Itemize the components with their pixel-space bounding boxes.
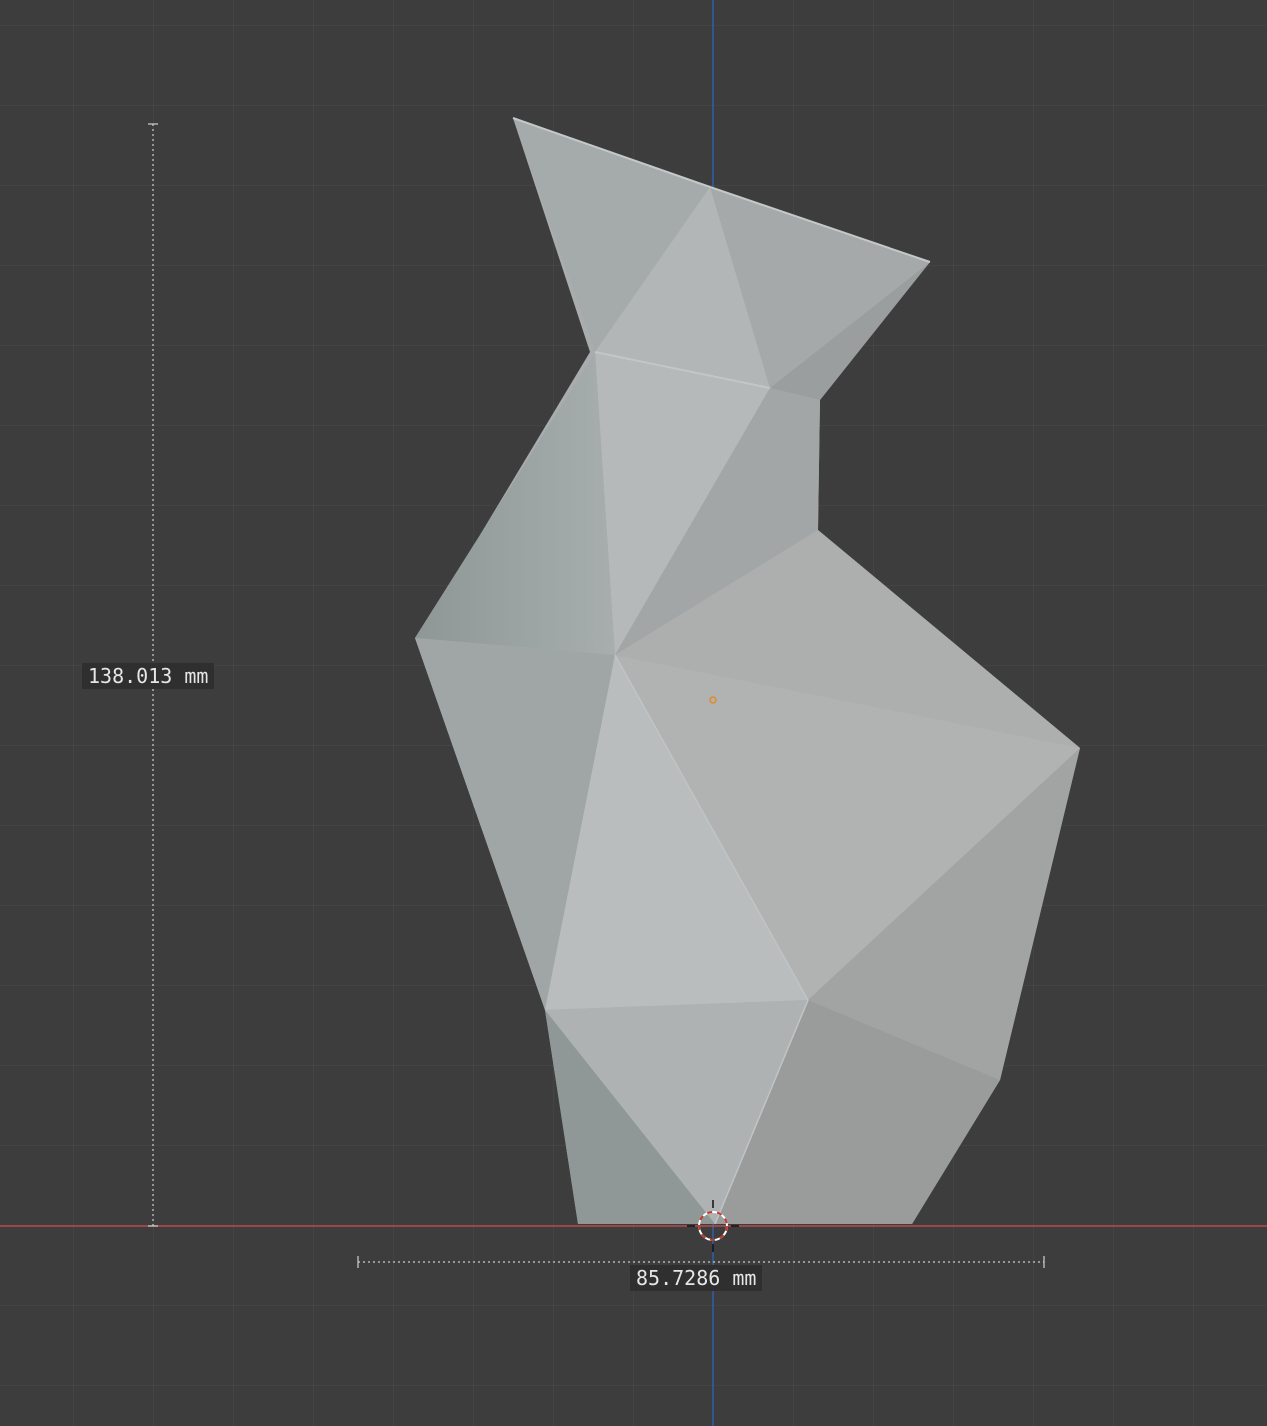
viewport-canvas[interactable] [0, 0, 1267, 1426]
width-measurement-label: 85.7286 mm [630, 1265, 763, 1291]
3d-viewport[interactable]: 138.013 mm 85.7286 mm [0, 0, 1267, 1426]
height-measurement-label: 138.013 mm [82, 663, 215, 689]
